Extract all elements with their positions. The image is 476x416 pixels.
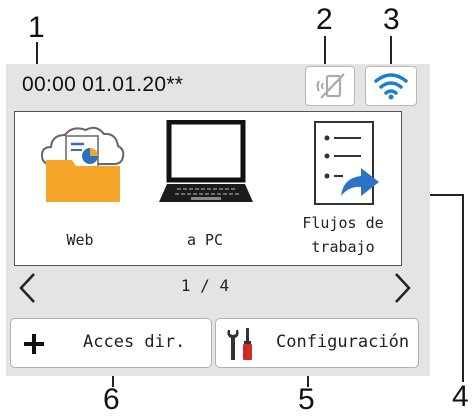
leader-line-3 [390,36,392,66]
callout-6: 6 [103,383,120,416]
wifi-direct-off-icon [316,73,345,99]
scan-to-pc-label: a PC [186,231,224,249]
callout-5: 5 [298,383,315,416]
leader-line-2 [324,36,326,66]
function-panel: Web a PC Flujos de trabajo [14,111,402,266]
scan-to-pc-tile[interactable]: a PC [155,112,255,265]
chevron-right-icon [395,273,411,303]
tools-icon [227,328,252,360]
previous-page-button[interactable] [16,270,40,306]
settings-label: Configuración [276,332,410,352]
callout-1: 1 [28,11,45,44]
wifi-icon [374,73,408,100]
callout-4: 4 [452,380,469,413]
chevron-left-icon [19,273,35,303]
laptop-icon [159,120,253,202]
workflow-list-icon [314,121,379,205]
shortcuts-label: Acces dir. [83,332,186,352]
wifi-status-button[interactable] [365,66,417,106]
wifi-direct-status-button[interactable] [305,66,355,106]
web-cloud-folder-icon [40,126,125,202]
callout-3: 3 [383,3,400,36]
date-time-display: 00:00 01.01.20** [22,73,184,96]
page-indicator: 1 / 4 [180,276,230,295]
workflows-tile[interactable]: Flujos de trabajo [293,112,393,265]
plus-icon [24,334,44,354]
workflows-label-line2: trabajo [311,238,375,256]
web-tile-label: Web [66,231,94,249]
shortcuts-button[interactable]: Acces dir. [10,318,212,368]
web-tile[interactable]: Web [30,112,130,265]
settings-button[interactable]: Configuración [215,318,419,368]
next-page-button[interactable] [390,270,414,306]
workflows-label-line1: Flujos de [302,214,384,232]
callout-2: 2 [316,3,333,36]
leader-line-4-vertical [462,194,464,382]
